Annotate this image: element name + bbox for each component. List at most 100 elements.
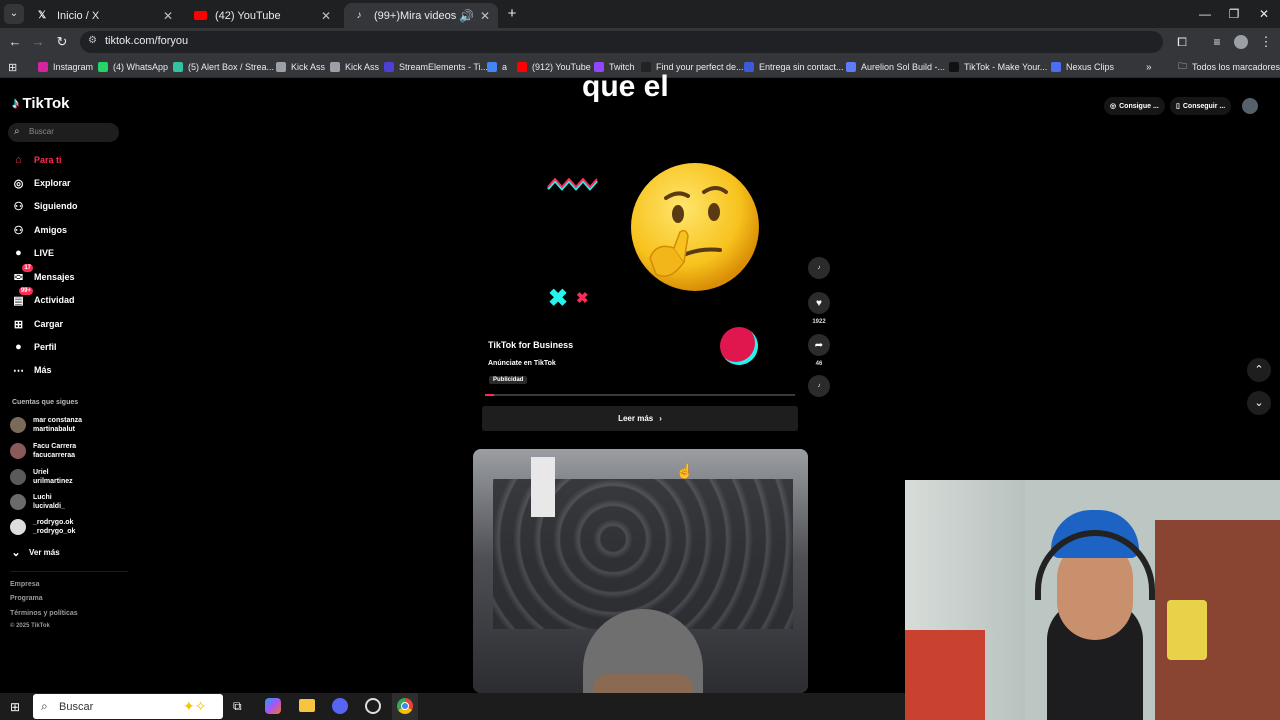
tab-tiktok[interactable]: ♪ (99+)Mira videos populares 🔊 ✕ (344, 3, 498, 28)
back-button[interactable]: ← (5, 32, 25, 52)
video-description: Anúnciate en TikTok (488, 360, 556, 367)
all-bookmarks-folder[interactable]: 🗀 Todos los marcadores (1178, 60, 1280, 74)
user-avatar[interactable] (1242, 98, 1258, 114)
sidebar-item-actividad[interactable]: ▤ 99+ Actividad (10, 286, 75, 309)
bookmark-item[interactable]: TikTok - Make Your... (949, 60, 1047, 74)
sidebar-item-amigos[interactable]: ⚇ Amigos (10, 221, 67, 239)
bookmark-label: Kick Ass (345, 62, 380, 72)
tiktok-logo[interactable]: ♪ TikTok (12, 95, 69, 112)
new-tab-button[interactable]: + (502, 4, 522, 24)
copilot-icon[interactable] (265, 698, 281, 714)
reload-button[interactable]: ↻ (52, 32, 72, 52)
tab-search-icon[interactable]: ⌄ (4, 4, 24, 24)
footer-link-terminos[interactable]: Términos y políticas (10, 610, 78, 617)
account-handle: _rodrygo_ok (33, 528, 76, 535)
get-coins-button[interactable]: ◎ Consigue ... (1104, 97, 1165, 115)
profile-avatar[interactable] (1231, 32, 1251, 52)
bookmark-item[interactable]: Aurelion Sol Build -... (846, 60, 945, 74)
bookmark-item[interactable]: StreamElements - Ti... (384, 60, 488, 74)
chevron-down-icon: ⌄ (1254, 397, 1264, 409)
bookmark-item[interactable]: Instagram (38, 60, 93, 74)
get-app-button[interactable]: ▯ Conseguir ... (1170, 97, 1232, 115)
bookmark-item[interactable]: Entrega sin contact... (744, 60, 844, 74)
site-info-icon[interactable]: ⚙ (88, 35, 97, 46)
more-bookmarks-icon[interactable]: » (1146, 60, 1152, 74)
menu-icon[interactable]: ⋮ (1256, 32, 1276, 52)
sidebar-item-mensajes[interactable]: ✉ 17 Mensajes (10, 263, 75, 286)
account-text: Uriel urilmartinez (33, 468, 73, 486)
address-bar[interactable]: ⚙ tiktok.com/foryou (80, 31, 1163, 53)
maximize-button[interactable]: ❐ (1219, 4, 1249, 24)
share-button[interactable]: ➦ (808, 334, 830, 356)
creator-avatar[interactable]: ♪ (808, 257, 830, 279)
video-author[interactable]: TikTok for Business (488, 340, 573, 350)
bookmark-item[interactable]: Kick Ass (330, 60, 379, 74)
minimize-button[interactable]: — (1190, 4, 1220, 24)
next-video-button[interactable]: ⌄ (1247, 391, 1271, 415)
coin-icon: ◎ (1110, 103, 1117, 110)
bookmark-icon (1051, 62, 1061, 72)
video-progress-bar[interactable] (485, 394, 795, 396)
obs-icon[interactable] (365, 698, 381, 714)
share-icon: ➦ (814, 339, 824, 351)
file-explorer-icon[interactable] (299, 699, 315, 712)
forward-button[interactable]: → (28, 32, 48, 52)
see-more-button[interactable]: ⌄ Ver más (10, 543, 60, 561)
sound-disc[interactable]: ♪ (808, 375, 830, 397)
bookmark-item[interactable]: Kick Ass (276, 60, 325, 74)
apps-icon[interactable]: ⊞ (8, 60, 17, 74)
bookmark-item[interactable]: (5) Alert Box / Strea... (173, 60, 274, 74)
avatar (10, 443, 26, 459)
close-tab-icon[interactable]: ✕ (321, 9, 331, 23)
search-input[interactable]: ⌕ Buscar (8, 123, 119, 142)
followed-account[interactable]: Uriel urilmartinez (10, 466, 73, 488)
bookmark-icon (173, 62, 183, 72)
close-tab-icon[interactable]: ✕ (163, 9, 173, 23)
video-player-ad[interactable]: que el ✖ ✖ TikTok for Business Anúnciate… (482, 70, 798, 400)
phone-icon: ▯ (1176, 103, 1180, 110)
task-view-icon[interactable]: ⧉ (233, 699, 242, 714)
tab-youtube[interactable]: (42) YouTube ✕ (185, 3, 339, 28)
sidebar-item-live[interactable]: ● LIVE (10, 244, 54, 262)
more-icon: ⋯ (13, 364, 24, 377)
bookmark-label: Find your perfect de... (656, 62, 744, 72)
close-window-button[interactable]: ✕ (1249, 4, 1279, 24)
chrome-taskbar-button[interactable] (392, 693, 418, 720)
sidebar-item-label: Cargar (34, 319, 64, 329)
sidebar-item-explorar[interactable]: ◎ Explorar (10, 174, 71, 192)
bookmark-item[interactable]: (4) WhatsApp (98, 60, 168, 74)
browser-tab-bar: ⌄ 𝕏 Inicio / X ✕ (42) YouTube ✕ ♪ (99+)M… (0, 0, 1280, 28)
followed-account[interactable]: mar constanza martinabalut (10, 414, 82, 436)
footer-link-programa[interactable]: Programa (10, 595, 43, 602)
video-player-next[interactable] (473, 449, 808, 693)
bookmark-item[interactable]: a (487, 60, 507, 74)
sidebar-item-cargar[interactable]: ⊞ Cargar (10, 315, 63, 333)
see-more-label: Ver más (29, 547, 60, 557)
close-tab-icon[interactable]: ✕ (480, 9, 490, 23)
bookmark-label: Kick Ass (291, 62, 326, 72)
followed-account[interactable]: Facu Carrera facucarreraa (10, 440, 76, 462)
discord-icon[interactable] (332, 698, 348, 714)
taskbar-search-input[interactable]: ⌕ Buscar ✦✧ (33, 694, 223, 719)
sidebar-item-para-ti[interactable]: ⌂ Para ti (10, 151, 61, 169)
like-button[interactable]: ♥ (808, 292, 830, 314)
previous-video-button[interactable]: ⌃ (1247, 358, 1271, 382)
sidebar-item-siguiendo[interactable]: ⚇ Siguiendo (10, 197, 78, 215)
sidebar-item-más[interactable]: ⋯ Más (10, 361, 52, 379)
sidebar-item-perfil[interactable]: ● Perfil (10, 338, 56, 356)
followed-account[interactable]: _rodrygo.ok _rodrygo_ok (10, 516, 75, 538)
extensions-icon[interactable]: ⧠ (1172, 32, 1192, 52)
windows-start-icon[interactable]: ⊞ (10, 700, 20, 714)
tab-x[interactable]: 𝕏 Inicio / X ✕ (27, 3, 181, 28)
account-handle: facucarreraa (33, 452, 76, 459)
media-control-icon[interactable]: ≡ (1207, 32, 1227, 52)
audio-icon[interactable]: 🔊 (459, 9, 474, 23)
share-count: 46 (815, 361, 823, 367)
bookmark-item[interactable]: Nexus Clips (1051, 60, 1114, 74)
footer-link-empresa[interactable]: Empresa (10, 581, 40, 588)
read-more-button[interactable]: Leer más › (482, 406, 798, 431)
sidebar-item-label: Amigos (34, 225, 68, 235)
bookmark-item[interactable]: (912) YouTube (517, 60, 591, 74)
followed-account[interactable]: Luchi lucivaldi_ (10, 491, 65, 513)
compass-icon: ◎ (13, 177, 24, 190)
